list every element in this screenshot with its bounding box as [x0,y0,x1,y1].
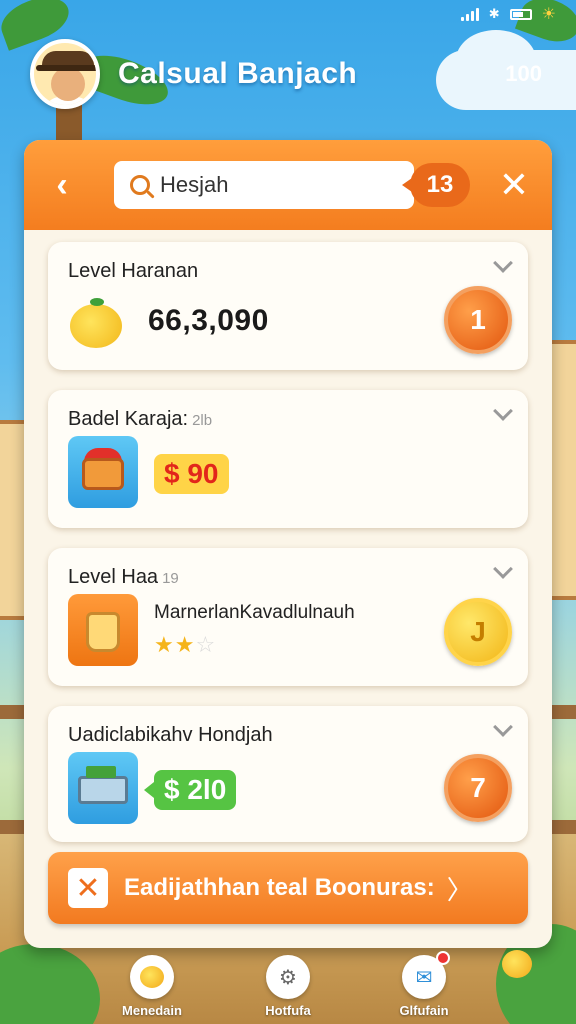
list-item[interactable]: Uadiclabikahv Hondjah $ 2l0 7 [48,706,528,842]
close-icon[interactable]: ✕ [68,868,108,908]
panel-toolbar: ‹ Hesjah 13 ✕ [24,140,552,230]
mango-icon [502,950,532,978]
item-name: MarnerlanKavadlulnauh [154,602,355,623]
cash-register-icon [68,752,138,824]
card-title: Uadiclabikahv Hondjah [68,724,273,746]
close-button[interactable]: ✕ [492,163,536,207]
mango-icon [130,955,174,999]
nav-item-hotfufa[interactable]: ⚙ Hotfufa [248,955,328,1018]
chevron-down-icon[interactable] [493,401,513,421]
list-item[interactable]: Badel Karaja: 2lb $ 90 [48,390,528,528]
nav-label: Menedain [122,1003,182,1018]
card-title: Badel Karaja: 2lb [68,408,213,430]
gift-bag-icon [68,594,138,666]
treasure-chest-icon [68,436,138,508]
search-icon [130,175,150,195]
card-title: Level Haa 19 [68,566,179,588]
chevron-left-icon: ‹ [56,165,68,204]
chevron-down-icon[interactable] [493,717,513,737]
star-icon: ★ [174,632,196,657]
gear-icon: ⚙ [266,955,310,999]
main-panel: ‹ Hesjah 13 ✕ Level Haranan 66,3,090 1 B… [24,140,552,948]
mango-icon [70,298,122,348]
bluetooth-icon: ✱ [488,6,500,21]
price-tag[interactable]: $ 90 [154,454,229,494]
status-bar: ✱ ☀ [460,4,556,24]
battery-icon [509,8,532,20]
chevron-down-icon[interactable] [493,559,513,579]
chevron-right-icon: 〉 [446,874,473,905]
level-badge[interactable]: 1 [444,286,512,354]
nav-label: Hotfufa [265,1003,311,1018]
back-button[interactable]: ‹ [40,163,84,207]
house [548,340,576,600]
bonus-label: Eadijathhan teal Boonuras: [124,874,435,901]
bonus-button[interactable]: ✕ Eadijathhan teal Boonuras: 〉 [48,852,528,924]
search-value: Hesjah [160,172,229,197]
notification-dot [436,951,450,965]
chat-icon: ✉ [402,951,450,999]
result-count-badge: 13 [402,163,470,207]
level-badge[interactable]: 7 [444,754,512,822]
app-title: Calsual Banjach [118,57,358,90]
signal-icon [460,7,479,21]
price-tag[interactable]: $ 2l0 [143,770,237,810]
app-header: Calsual Banjach 100 [30,38,556,110]
coin-badge[interactable]: J [444,598,512,666]
card-title: Level Haranan [68,260,199,282]
star-icon: ★ [154,632,175,657]
nav-label: Glfufain [399,1003,449,1018]
nav-item-menedain[interactable]: Menedain [112,955,192,1018]
sun-icon: ☀ [541,6,556,23]
close-icon: ✕ [498,164,530,205]
list-item[interactable]: Level Haa 19 MarnerlanKavadlulnauh ★★☆ J [48,548,528,686]
avatar[interactable] [30,39,100,109]
chevron-down-icon[interactable] [493,253,513,273]
search-input[interactable]: Hesjah [114,161,414,209]
star-rating: ★★☆ [154,632,216,658]
star-empty-icon: ☆ [195,632,217,657]
coin-count: 100 [505,61,542,86]
bottom-nav: Menedain ⚙ Hotfufa ✉ Glfufain [0,944,576,1024]
list-item[interactable]: Level Haranan 66,3,090 1 [48,242,528,370]
score-value: 66,3,090 [148,304,269,337]
nav-item-glfufain[interactable]: ✉ Glfufain [384,951,464,1018]
